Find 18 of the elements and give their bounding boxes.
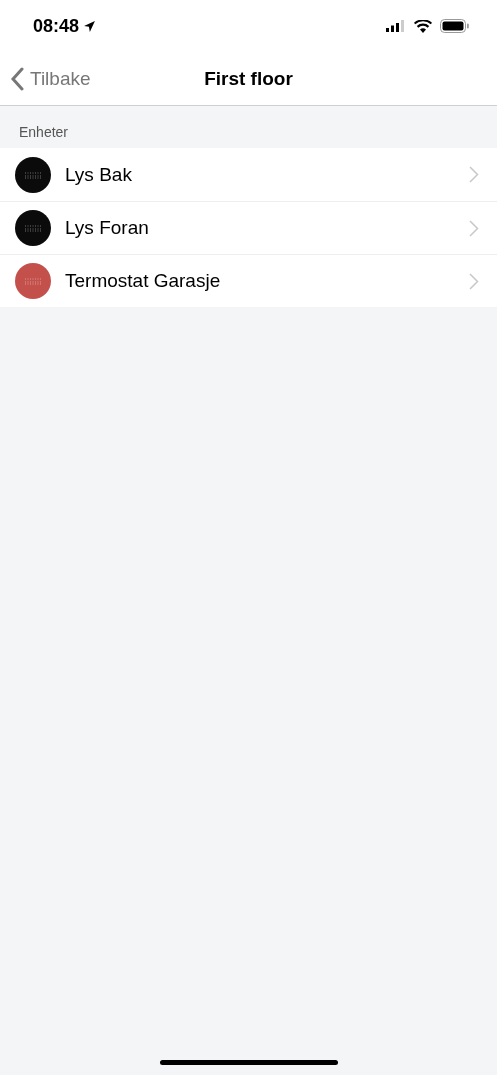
device-row[interactable]: Termostat Garasje bbox=[0, 254, 497, 307]
device-name: Lys Bak bbox=[65, 163, 133, 186]
chevron-right-icon bbox=[469, 166, 479, 183]
back-button[interactable]: Tilbake bbox=[0, 66, 91, 91]
chevron-right-icon bbox=[469, 219, 479, 237]
location-arrow-icon bbox=[83, 19, 97, 33]
chevron-left-icon bbox=[10, 66, 24, 91]
section-header: Enheter bbox=[19, 124, 69, 140]
device-row[interactable]: Lys Bak bbox=[0, 148, 497, 201]
device-name: Lys Foran bbox=[65, 217, 150, 239]
status-time: 08:48 bbox=[33, 15, 80, 37]
device-name: Termostat Garasje bbox=[65, 270, 222, 292]
signal-icon bbox=[386, 20, 406, 32]
chevron-right-icon bbox=[469, 272, 479, 290]
battery-icon bbox=[440, 19, 469, 33]
device-row[interactable]: Lys Foran bbox=[0, 201, 497, 254]
page-title: First floor bbox=[204, 67, 293, 90]
wifi-icon bbox=[414, 19, 432, 33]
